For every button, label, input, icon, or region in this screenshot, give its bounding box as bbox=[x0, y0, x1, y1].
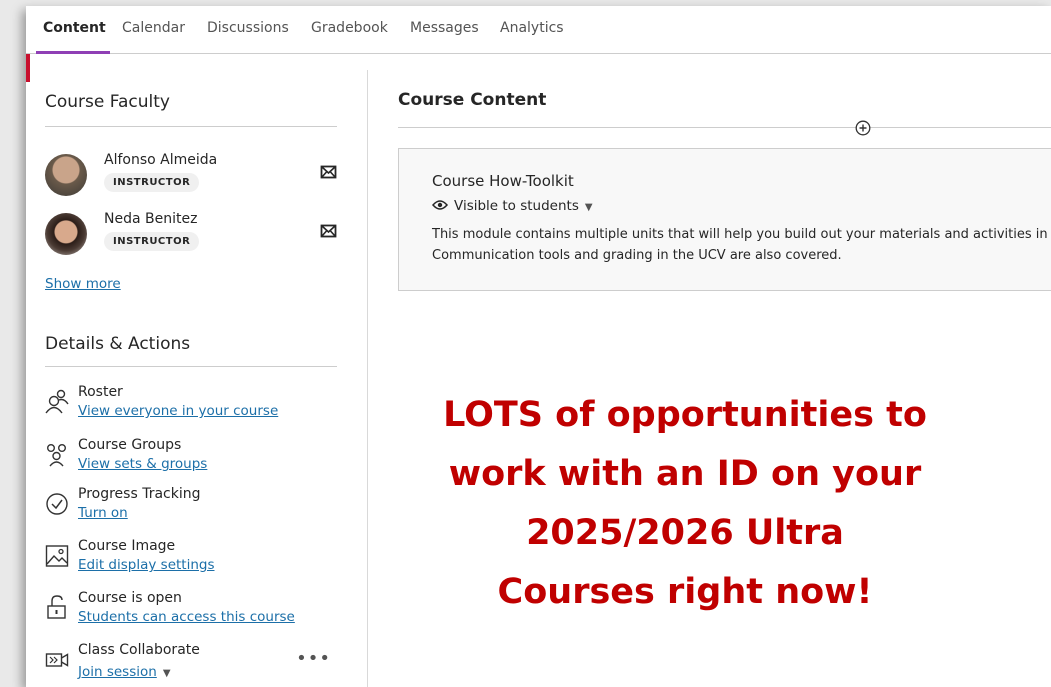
action-title: Course Image bbox=[78, 538, 176, 554]
course-open-link[interactable]: Students can access this course bbox=[78, 609, 295, 625]
roster-icon bbox=[45, 389, 69, 414]
join-session-control[interactable]: Join session ▼ bbox=[78, 661, 171, 680]
action-title: Class Collaborate bbox=[78, 642, 200, 658]
faculty-name: Alfonso Almeida bbox=[104, 152, 218, 168]
chevron-down-icon[interactable]: ▼ bbox=[163, 668, 171, 679]
action-progress-tracking: Progress Tracking Turn on bbox=[45, 486, 337, 528]
avatar bbox=[45, 154, 87, 196]
avatar bbox=[45, 213, 87, 255]
divider bbox=[45, 126, 337, 127]
tab-gradebook[interactable]: Gradebook bbox=[311, 20, 388, 36]
faculty-member: Neda Benitez INSTRUCTOR bbox=[45, 211, 337, 259]
divider bbox=[398, 127, 1051, 128]
image-link[interactable]: Edit display settings bbox=[78, 557, 215, 573]
tab-analytics[interactable]: Analytics bbox=[500, 20, 564, 36]
chevron-down-icon[interactable]: ▼ bbox=[585, 202, 593, 213]
active-tab-indicator bbox=[36, 51, 110, 54]
tab-content[interactable]: Content bbox=[43, 20, 106, 36]
action-class-collaborate: Class Collaborate Join session ▼ ••• bbox=[45, 642, 337, 684]
more-options-icon[interactable]: ••• bbox=[296, 648, 331, 669]
action-roster: Roster View everyone in your course bbox=[45, 384, 337, 426]
join-session-link[interactable]: Join session bbox=[78, 664, 157, 680]
left-sidebar: Course Faculty Alfonso Almeida INSTRUCTO… bbox=[26, 70, 368, 687]
unlock-icon bbox=[47, 595, 66, 619]
faculty-name: Neda Benitez bbox=[104, 211, 198, 227]
tab-discussions[interactable]: Discussions bbox=[207, 20, 289, 36]
video-icon bbox=[45, 653, 69, 667]
top-nav: Content Calendar Discussions Gradebook M… bbox=[26, 6, 1051, 54]
action-course-open: Course is open Students can access this … bbox=[45, 590, 337, 632]
course-faculty-title: Course Faculty bbox=[45, 92, 170, 112]
content-module[interactable]: Course How-Toolkit Visible to students ▼ … bbox=[398, 148, 1051, 291]
module-description: This module contains multiple units that… bbox=[432, 227, 1048, 263]
eye-icon bbox=[432, 200, 448, 210]
action-title: Course is open bbox=[78, 590, 182, 606]
overlay-line: 2025/2026 Ultra bbox=[526, 513, 844, 553]
module-title[interactable]: Course How-Toolkit bbox=[432, 172, 574, 190]
add-content-icon[interactable] bbox=[855, 120, 871, 136]
role-badge: INSTRUCTOR bbox=[104, 173, 200, 192]
groups-link[interactable]: View sets & groups bbox=[78, 456, 207, 472]
faculty-member: Alfonso Almeida INSTRUCTOR bbox=[45, 152, 337, 200]
visibility-label: Visible to students bbox=[454, 198, 579, 214]
progress-link[interactable]: Turn on bbox=[78, 505, 128, 521]
visibility-dropdown[interactable]: Visible to students ▼ bbox=[432, 198, 593, 214]
overlay-line: LOTS of opportunities to bbox=[443, 395, 927, 435]
action-title: Course Groups bbox=[78, 437, 182, 453]
show-more-link[interactable]: Show more bbox=[45, 276, 121, 292]
action-course-image: Course Image Edit display settings bbox=[45, 538, 337, 580]
action-course-groups: Course Groups View sets & groups bbox=[45, 437, 337, 479]
announcement-overlay: LOTS of opportunities to work with an ID… bbox=[400, 386, 970, 622]
groups-icon bbox=[47, 444, 66, 467]
overlay-line: work with an ID on your bbox=[448, 454, 922, 494]
image-icon bbox=[45, 545, 69, 567]
role-badge: INSTRUCTOR bbox=[104, 232, 200, 251]
action-title: Roster bbox=[78, 384, 123, 400]
course-content-title: Course Content bbox=[398, 90, 547, 110]
tab-messages[interactable]: Messages bbox=[410, 20, 479, 36]
tab-calendar[interactable]: Calendar bbox=[122, 20, 185, 36]
action-title: Progress Tracking bbox=[78, 486, 201, 502]
divider bbox=[45, 366, 337, 367]
overlay-line: Courses right now! bbox=[497, 572, 873, 612]
checkmark-circle-icon bbox=[46, 493, 68, 515]
mail-icon[interactable] bbox=[320, 164, 337, 180]
details-actions-title: Details & Actions bbox=[45, 334, 191, 354]
mail-icon[interactable] bbox=[320, 223, 337, 239]
roster-link[interactable]: View everyone in your course bbox=[78, 403, 278, 419]
